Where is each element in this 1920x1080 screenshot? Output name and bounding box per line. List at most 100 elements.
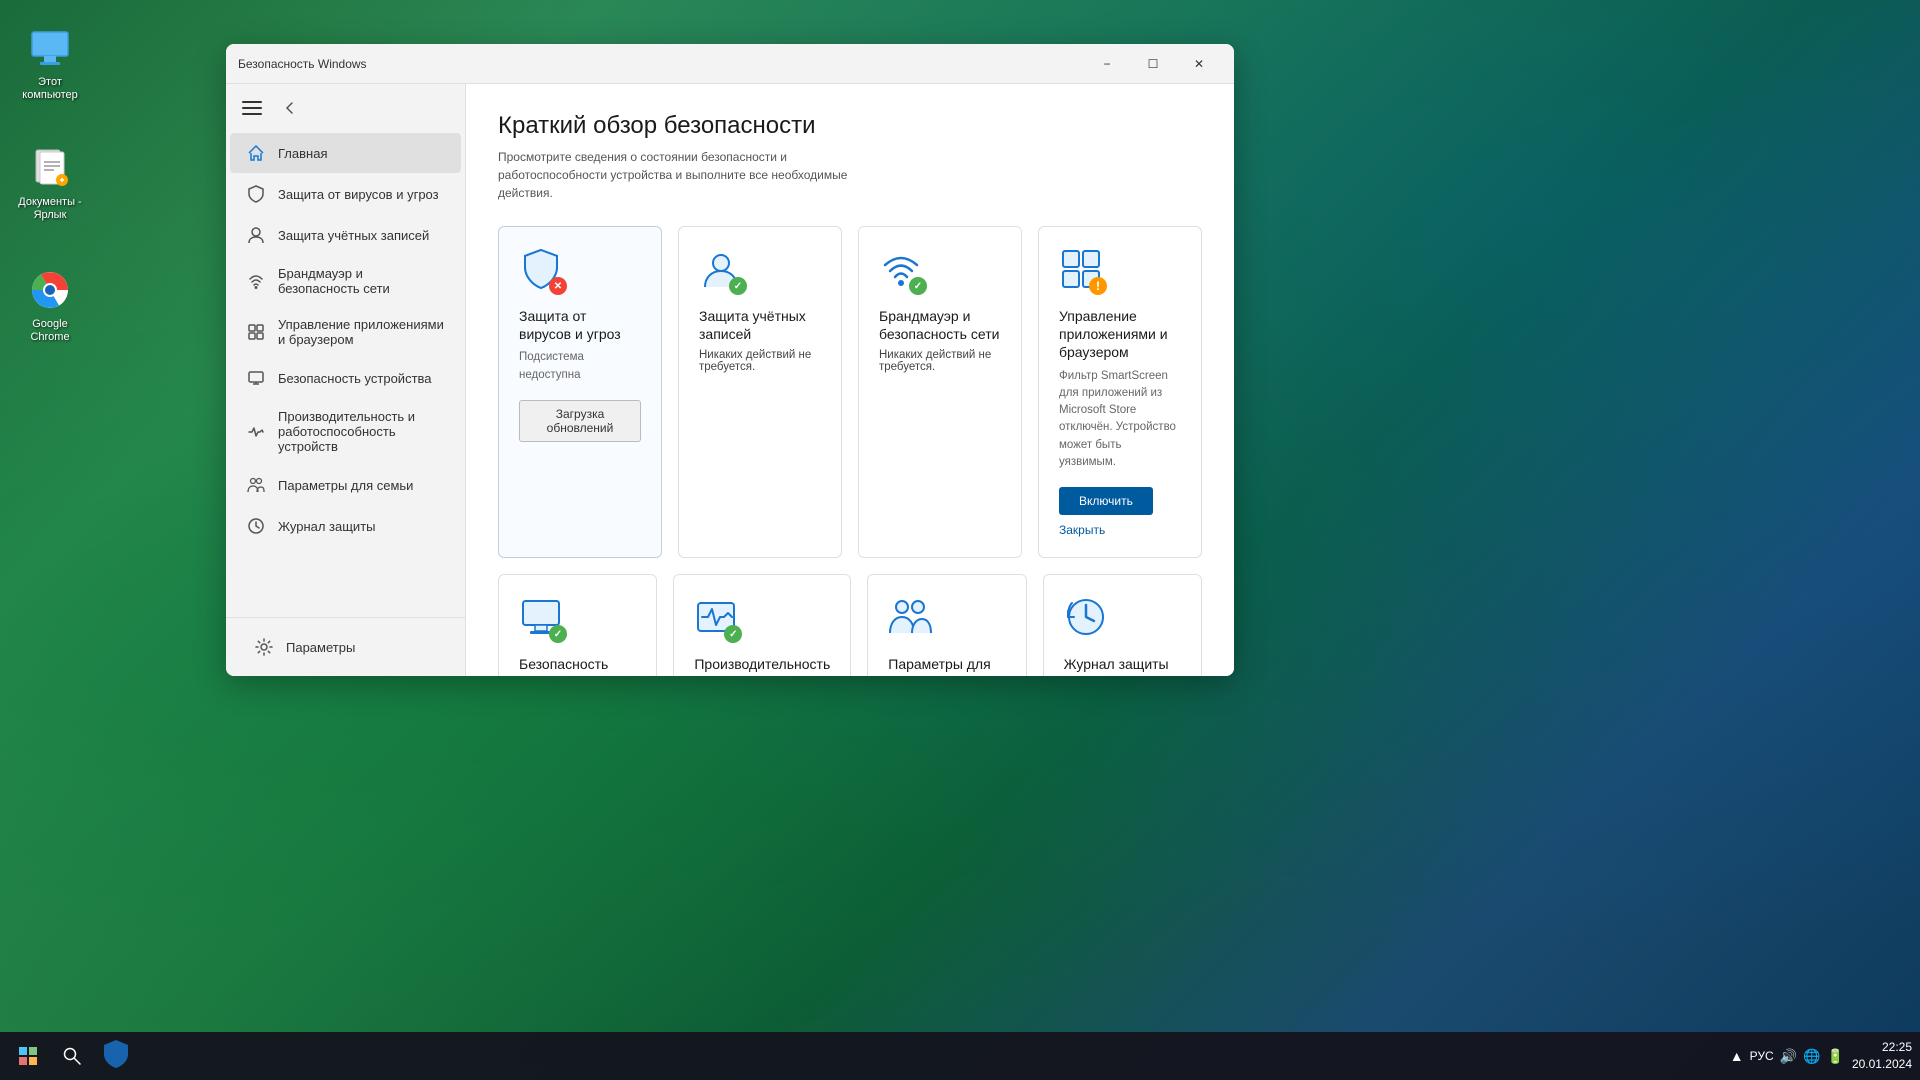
network-icon[interactable]: 🌐	[1803, 1048, 1820, 1065]
card-log-icon-wrapper	[1064, 595, 1112, 643]
hamburger-menu[interactable]	[242, 101, 262, 115]
card-firewall-status: Никаких действий не требуется.	[879, 349, 1001, 373]
family-icon	[246, 475, 266, 495]
cards-grid-row2: ✓ Безопасность устройства Просмотр состо…	[498, 574, 1202, 676]
clock-date: 20.01.2024	[1852, 1056, 1912, 1073]
card-accounts-icon-wrapper: ✓	[699, 247, 747, 295]
sidebar-item-log[interactable]: Журнал защиты	[230, 506, 461, 546]
minimize-button[interactable]: −	[1084, 48, 1130, 80]
sidebar-item-label-firewall: Брандмауэр и безопасность сети	[278, 266, 445, 296]
sidebar-item-health[interactable]: Производительность и работоспособность у…	[230, 399, 461, 464]
card-health-title: Производительность и работоспособность у…	[694, 655, 830, 676]
card-health: ✓ Производительность и работоспособность…	[673, 574, 851, 676]
close-button[interactable]: ✕	[1176, 48, 1222, 80]
card-virus: ✕ Защита от вирусов и угроз Подсистема н…	[498, 226, 662, 558]
cards-grid: ✕ Защита от вирусов и угроз Подсистема н…	[498, 226, 1202, 558]
card-health-icon-wrapper: ✓	[694, 595, 742, 643]
security-window: Безопасность Windows − ☐ ✕	[226, 44, 1234, 676]
card-device-title: Безопасность устройства	[519, 655, 636, 676]
sidebar-item-virus[interactable]: Защита от вирусов и угроз	[230, 174, 461, 214]
desktop: Этот компьютер Документы - Ярлык	[0, 0, 1920, 1080]
card-apps-title: Управление приложениями и браузером	[1059, 307, 1181, 362]
sidebar-item-device[interactable]: Безопасность устройства	[230, 358, 461, 398]
sidebar-item-label-health: Производительность и работоспособность у…	[278, 409, 445, 454]
card-virus-title: Защита от вирусов и угроз	[519, 307, 641, 343]
sidebar-item-label-settings: Параметры	[286, 640, 355, 655]
sidebar-item-label-family: Параметры для семьи	[278, 478, 413, 493]
card-log: Журнал защиты Просмотрите последние дейс…	[1043, 574, 1202, 676]
card-firewall: ✓ Брандмауэр и безопасность сети Никаких…	[858, 226, 1022, 558]
card-accounts-title: Защита учётных записей	[699, 307, 821, 343]
window-title: Безопасность Windows	[238, 57, 1084, 71]
sidebar-bottom: Параметры	[226, 617, 465, 676]
maximize-button[interactable]: ☐	[1130, 48, 1176, 80]
card-accounts: ✓ Защита учётных записей Никаких действи…	[678, 226, 842, 558]
battery-icon: 🔋	[1827, 1048, 1844, 1065]
back-button[interactable]	[274, 92, 306, 124]
sidebar-item-label-device: Безопасность устройства	[278, 371, 432, 386]
sidebar-item-accounts[interactable]: Защита учётных записей	[230, 215, 461, 255]
window-body: Главная Защита от вирусов и угроз	[226, 84, 1234, 676]
card-virus-desc: Подсистема недоступна	[519, 349, 641, 384]
history-icon	[246, 516, 266, 536]
page-subtitle: Просмотрите сведения о состоянии безопас…	[498, 148, 898, 202]
card-family-title: Параметры для семьи	[888, 655, 1005, 676]
sidebar-item-label-accounts: Защита учётных записей	[278, 228, 429, 243]
card-apps-desc: Фильтр SmartScreen для приложений из Mic…	[1059, 368, 1181, 472]
window-titlebar: Безопасность Windows − ☐ ✕	[226, 44, 1234, 84]
clock-time: 22:25	[1882, 1039, 1912, 1056]
card-apps-enable-button[interactable]: Включить	[1059, 487, 1153, 515]
page-title: Краткий обзор безопасности	[498, 112, 1202, 140]
home-icon	[246, 143, 266, 163]
sidebar-item-home[interactable]: Главная	[230, 133, 461, 173]
card-virus-status-badge: ✕	[549, 277, 567, 295]
sidebar-item-label-log: Журнал защиты	[278, 519, 376, 534]
sidebar-item-label-virus: Защита от вирусов и угроз	[278, 187, 439, 202]
taskbar-right: ▲ РУС 🔊 🌐 🔋 22:25 20.01.2024	[1730, 1039, 1912, 1073]
card-family-icon-wrapper	[888, 595, 936, 643]
card-firewall-status-badge: ✓	[909, 277, 927, 295]
desktop-icon-docs[interactable]: Документы - Ярлык	[10, 140, 90, 226]
card-apps-close-link[interactable]: Закрыть	[1059, 523, 1181, 537]
taskbar-security-app-icon[interactable]	[100, 1038, 132, 1075]
desktop-icon-this-pc[interactable]: Этот компьютер	[10, 20, 90, 106]
window-controls: − ☐ ✕	[1084, 48, 1222, 80]
card-virus-icon-wrapper: ✕	[519, 247, 567, 295]
shield-icon	[246, 184, 266, 204]
card-virus-button[interactable]: Загрузка обновлений	[519, 400, 641, 442]
card-log-history-icon	[1064, 595, 1108, 639]
sidebar: Главная Защита от вирусов и угроз	[226, 84, 466, 676]
sidebar-item-firewall[interactable]: Брандмауэр и безопасность сети	[230, 256, 461, 306]
card-firewall-icon-wrapper: ✓	[879, 247, 927, 295]
card-family: Параметры для семьи Определяйте условия …	[867, 574, 1026, 676]
sidebar-item-apps[interactable]: Управление приложениями и браузером	[230, 307, 461, 357]
start-button[interactable]	[8, 1036, 48, 1076]
wifi-icon	[246, 271, 266, 291]
chevron-up-icon[interactable]: ▲	[1730, 1048, 1744, 1064]
taskbar-clock[interactable]: 22:25 20.01.2024	[1852, 1039, 1912, 1073]
desktop-icon-label-this-pc: Этот компьютер	[14, 76, 86, 102]
card-device-icon-wrapper: ✓	[519, 595, 567, 643]
card-device: ✓ Безопасность устройства Просмотр состо…	[498, 574, 657, 676]
sidebar-item-label-home: Главная	[278, 146, 327, 161]
gear-icon	[254, 637, 274, 657]
computer-icon	[246, 368, 266, 388]
sidebar-item-label-apps: Управление приложениями и браузером	[278, 317, 445, 347]
apps-icon	[246, 322, 266, 342]
sidebar-item-settings[interactable]: Параметры	[238, 627, 453, 667]
sidebar-top	[226, 84, 465, 132]
card-firewall-title: Брандмауэр и безопасность сети	[879, 307, 1001, 343]
desktop-icon-label-chrome: Google Chrome	[14, 318, 86, 344]
card-apps: ! Управление приложениями и браузером Фи…	[1038, 226, 1202, 558]
card-apps-status-badge: !	[1089, 277, 1107, 295]
desktop-icon-chrome[interactable]: Google Chrome	[10, 262, 90, 348]
card-log-title: Журнал защиты	[1064, 655, 1181, 673]
lang-indicator: РУС	[1750, 1049, 1774, 1063]
sidebar-item-family[interactable]: Параметры для семьи	[230, 465, 461, 505]
taskbar: ▲ РУС 🔊 🌐 🔋 22:25 20.01.2024	[0, 1032, 1920, 1080]
card-accounts-status: Никаких действий не требуется.	[699, 349, 821, 373]
taskbar-search-button[interactable]	[52, 1036, 92, 1076]
card-apps-icon-wrapper: !	[1059, 247, 1107, 295]
main-content: Краткий обзор безопасности Просмотрите с…	[466, 84, 1234, 676]
volume-icon[interactable]: 🔊	[1780, 1048, 1797, 1065]
